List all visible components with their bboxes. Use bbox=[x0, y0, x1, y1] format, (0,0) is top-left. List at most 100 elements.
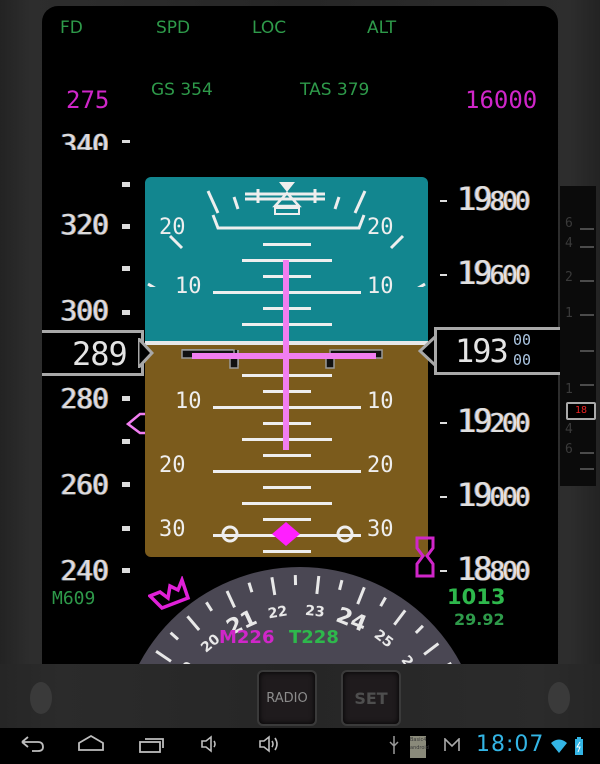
pitch-label: 20 bbox=[159, 215, 186, 240]
pitch-line bbox=[263, 486, 311, 489]
vsi-tick bbox=[580, 384, 594, 386]
altitude-label: 19800 bbox=[457, 180, 530, 218]
speed-label: 260 bbox=[60, 468, 109, 501]
speed-tick bbox=[122, 482, 130, 487]
volume-up-icon[interactable] bbox=[258, 734, 282, 754]
pitch-line bbox=[263, 243, 311, 246]
altitude-label: 19000 bbox=[457, 476, 530, 514]
compass-tick bbox=[155, 649, 172, 663]
fma-spd: SPD bbox=[156, 18, 191, 38]
localizer-diamond-icon bbox=[272, 522, 300, 546]
compass-label: 23 bbox=[304, 603, 325, 621]
vsi-tick bbox=[580, 228, 594, 230]
compass-tick bbox=[393, 609, 407, 626]
vsi-tick bbox=[580, 314, 594, 316]
vsi-label: 6 bbox=[565, 216, 573, 231]
pitch-label: 20 bbox=[367, 215, 394, 240]
alt-tick bbox=[440, 422, 447, 424]
vsi-label: 4 bbox=[565, 236, 573, 251]
speed-tick bbox=[122, 266, 130, 271]
gmail-icon bbox=[444, 738, 460, 751]
alt-tick bbox=[440, 200, 447, 202]
speed-label: 280 bbox=[60, 382, 109, 415]
compass-tick bbox=[270, 577, 277, 596]
current-speed: 289 bbox=[72, 335, 128, 373]
pitch-label: 20 bbox=[159, 453, 186, 478]
altitude-drum-top: 00 bbox=[513, 331, 532, 349]
compass-tick bbox=[247, 582, 254, 593]
vsi-label: 4 bbox=[565, 422, 573, 437]
altitude-label: 19600 bbox=[457, 254, 530, 292]
speed-pointer-icon bbox=[138, 338, 154, 368]
localizer-scale bbox=[221, 522, 354, 546]
alt-tick bbox=[440, 570, 447, 572]
usb-icon bbox=[389, 736, 399, 754]
altitude-label: 19200 bbox=[457, 402, 530, 440]
battery-charging-icon bbox=[575, 737, 583, 755]
compass-tick bbox=[169, 631, 180, 641]
true-airspeed: TAS 379 bbox=[300, 80, 370, 100]
vsi-label: 1 bbox=[565, 306, 573, 321]
compass-tick bbox=[379, 596, 387, 607]
set-button[interactable]: SET bbox=[341, 670, 401, 726]
pitch-label: 10 bbox=[367, 389, 394, 414]
selected-speed: 275 bbox=[66, 86, 110, 114]
compass-tick bbox=[315, 575, 321, 595]
vsi-tick bbox=[580, 246, 594, 248]
speed-label: 240 bbox=[60, 554, 109, 587]
vsi-label: 6 bbox=[565, 442, 573, 457]
ground-speed: GS 354 bbox=[151, 80, 213, 100]
mach-number: M609 bbox=[52, 588, 96, 609]
vsi-tick bbox=[580, 452, 594, 454]
pitch-line-minus-20 bbox=[213, 470, 361, 473]
magnetic-heading: M226 bbox=[219, 627, 275, 648]
altitude-label: 18800 bbox=[457, 550, 530, 588]
pitch-line bbox=[242, 502, 332, 505]
vsi-tick bbox=[580, 350, 594, 352]
compass-tick bbox=[205, 601, 214, 612]
vsi-label: 2 bbox=[565, 270, 573, 285]
pitch-label: 20 bbox=[367, 453, 394, 478]
speed-tick bbox=[122, 396, 130, 401]
vsi-tick bbox=[580, 280, 594, 282]
wifi-icon bbox=[551, 739, 567, 753]
recent-apps-icon[interactable] bbox=[138, 734, 166, 754]
compass-tick bbox=[423, 642, 440, 656]
compass-tick bbox=[338, 579, 344, 591]
right-knob[interactable] bbox=[548, 682, 570, 714]
status-clock: 18:07 bbox=[476, 732, 545, 757]
speed-tick bbox=[122, 310, 130, 315]
compass-label: 22 bbox=[267, 603, 289, 622]
left-knob[interactable] bbox=[30, 682, 52, 714]
baro-inhg[interactable]: 29.92 bbox=[454, 610, 505, 629]
true-heading: T228 bbox=[289, 627, 339, 648]
speed-tick bbox=[122, 224, 130, 229]
speed-tick bbox=[122, 568, 130, 573]
basic4android-icon: Basic4 android bbox=[410, 736, 429, 758]
current-altitude: 193 bbox=[455, 332, 509, 370]
fma-loc: LOC bbox=[252, 18, 287, 38]
compass-tick bbox=[225, 590, 236, 609]
speed-tick bbox=[122, 526, 130, 531]
alt-tick bbox=[440, 274, 447, 276]
compass-tick bbox=[356, 586, 366, 605]
android-navigation-bar: Basic4 android 18:07 bbox=[0, 728, 600, 764]
speed-tick bbox=[122, 140, 130, 143]
volume-down-icon[interactable] bbox=[200, 734, 220, 754]
vertical-speed-indicator: 6 4 2 1 1 4 6 bbox=[560, 186, 596, 486]
pitch-line bbox=[263, 454, 311, 457]
speed-label: 300 bbox=[60, 294, 109, 327]
baro-hpa[interactable]: 1013 bbox=[447, 585, 505, 609]
radio-button[interactable]: RADIO bbox=[257, 670, 317, 726]
flight-director-roll-bar bbox=[192, 353, 376, 359]
altitude-bug-icon bbox=[415, 536, 435, 578]
fma-alt: ALT bbox=[367, 18, 397, 38]
home-icon[interactable] bbox=[76, 734, 106, 754]
heading-bug-icon bbox=[148, 576, 191, 611]
compass-label: 25 bbox=[371, 627, 396, 652]
speed-tick bbox=[122, 439, 130, 444]
back-icon[interactable] bbox=[18, 734, 46, 754]
speed-label: 340 bbox=[60, 128, 108, 150]
altitude-drum-bottom: 00 bbox=[513, 351, 532, 369]
pitch-label: 10 bbox=[175, 389, 202, 414]
